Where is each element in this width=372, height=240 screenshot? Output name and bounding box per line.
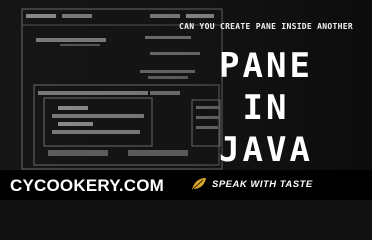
footer-bar: CYCOOKERY.COM SPEAK WITH TASTE	[0, 170, 372, 200]
thumbnail-card: CAN YOU CREATE PANE INSIDE ANOTHER PANE …	[0, 0, 372, 200]
headline-word-3: JAVA	[219, 130, 313, 170]
site-brand[interactable]: CYCOOKERY.COM	[10, 176, 164, 196]
headline-word-2: IN	[242, 88, 290, 128]
site-tagline: SPEAK WITH TASTE	[212, 179, 313, 190]
headline-kicker: CAN YOU CREATE PANE INSIDE ANOTHER	[179, 22, 353, 31]
article-headline: CAN YOU CREATE PANE INSIDE ANOTHER PANE …	[176, 22, 356, 171]
headline-word-1: PANE	[219, 46, 313, 86]
leaf-icon	[191, 177, 207, 196]
